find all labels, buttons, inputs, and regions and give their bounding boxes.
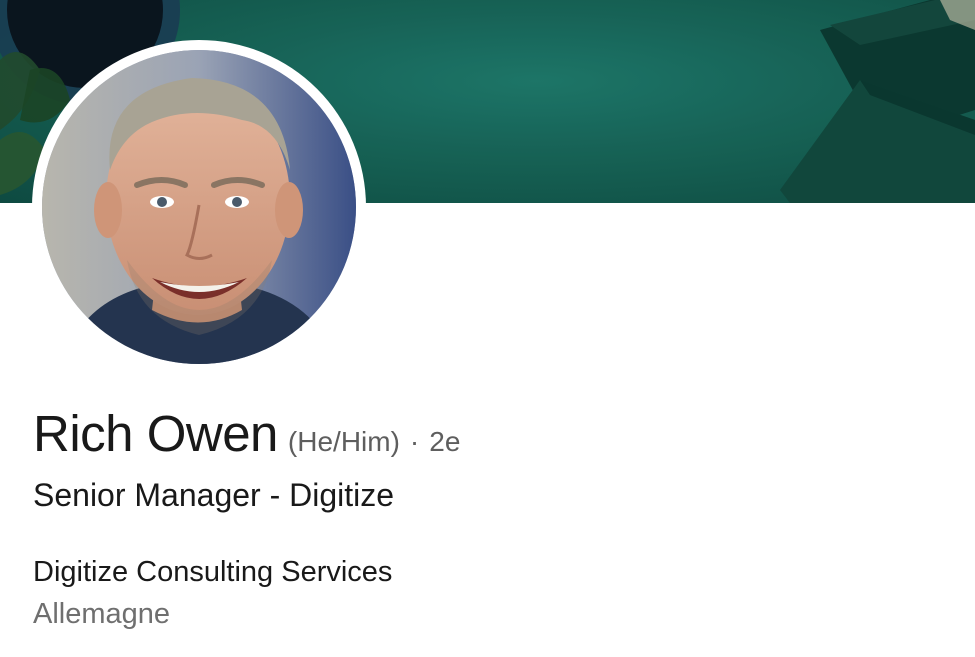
profile-name: Rich Owen — [33, 405, 278, 462]
profile-photo-illustration — [42, 50, 356, 364]
connection-degree: 2e — [429, 426, 461, 457]
current-company[interactable]: Digitize Consulting Services — [33, 556, 392, 589]
profile-location: Allemagne — [33, 598, 171, 630]
profile-headline: Senior Manager - Digitize — [33, 477, 395, 513]
pronouns: (He/Him) — [287, 426, 400, 457]
avatar[interactable] — [42, 50, 356, 364]
separator-dot: · — [409, 426, 420, 457]
profile-page: Rich Owen (He/Him) · 2e Senior Manager -… — [0, 0, 975, 657]
name-row: Rich Owen (He/Him) · 2e — [33, 404, 460, 463]
